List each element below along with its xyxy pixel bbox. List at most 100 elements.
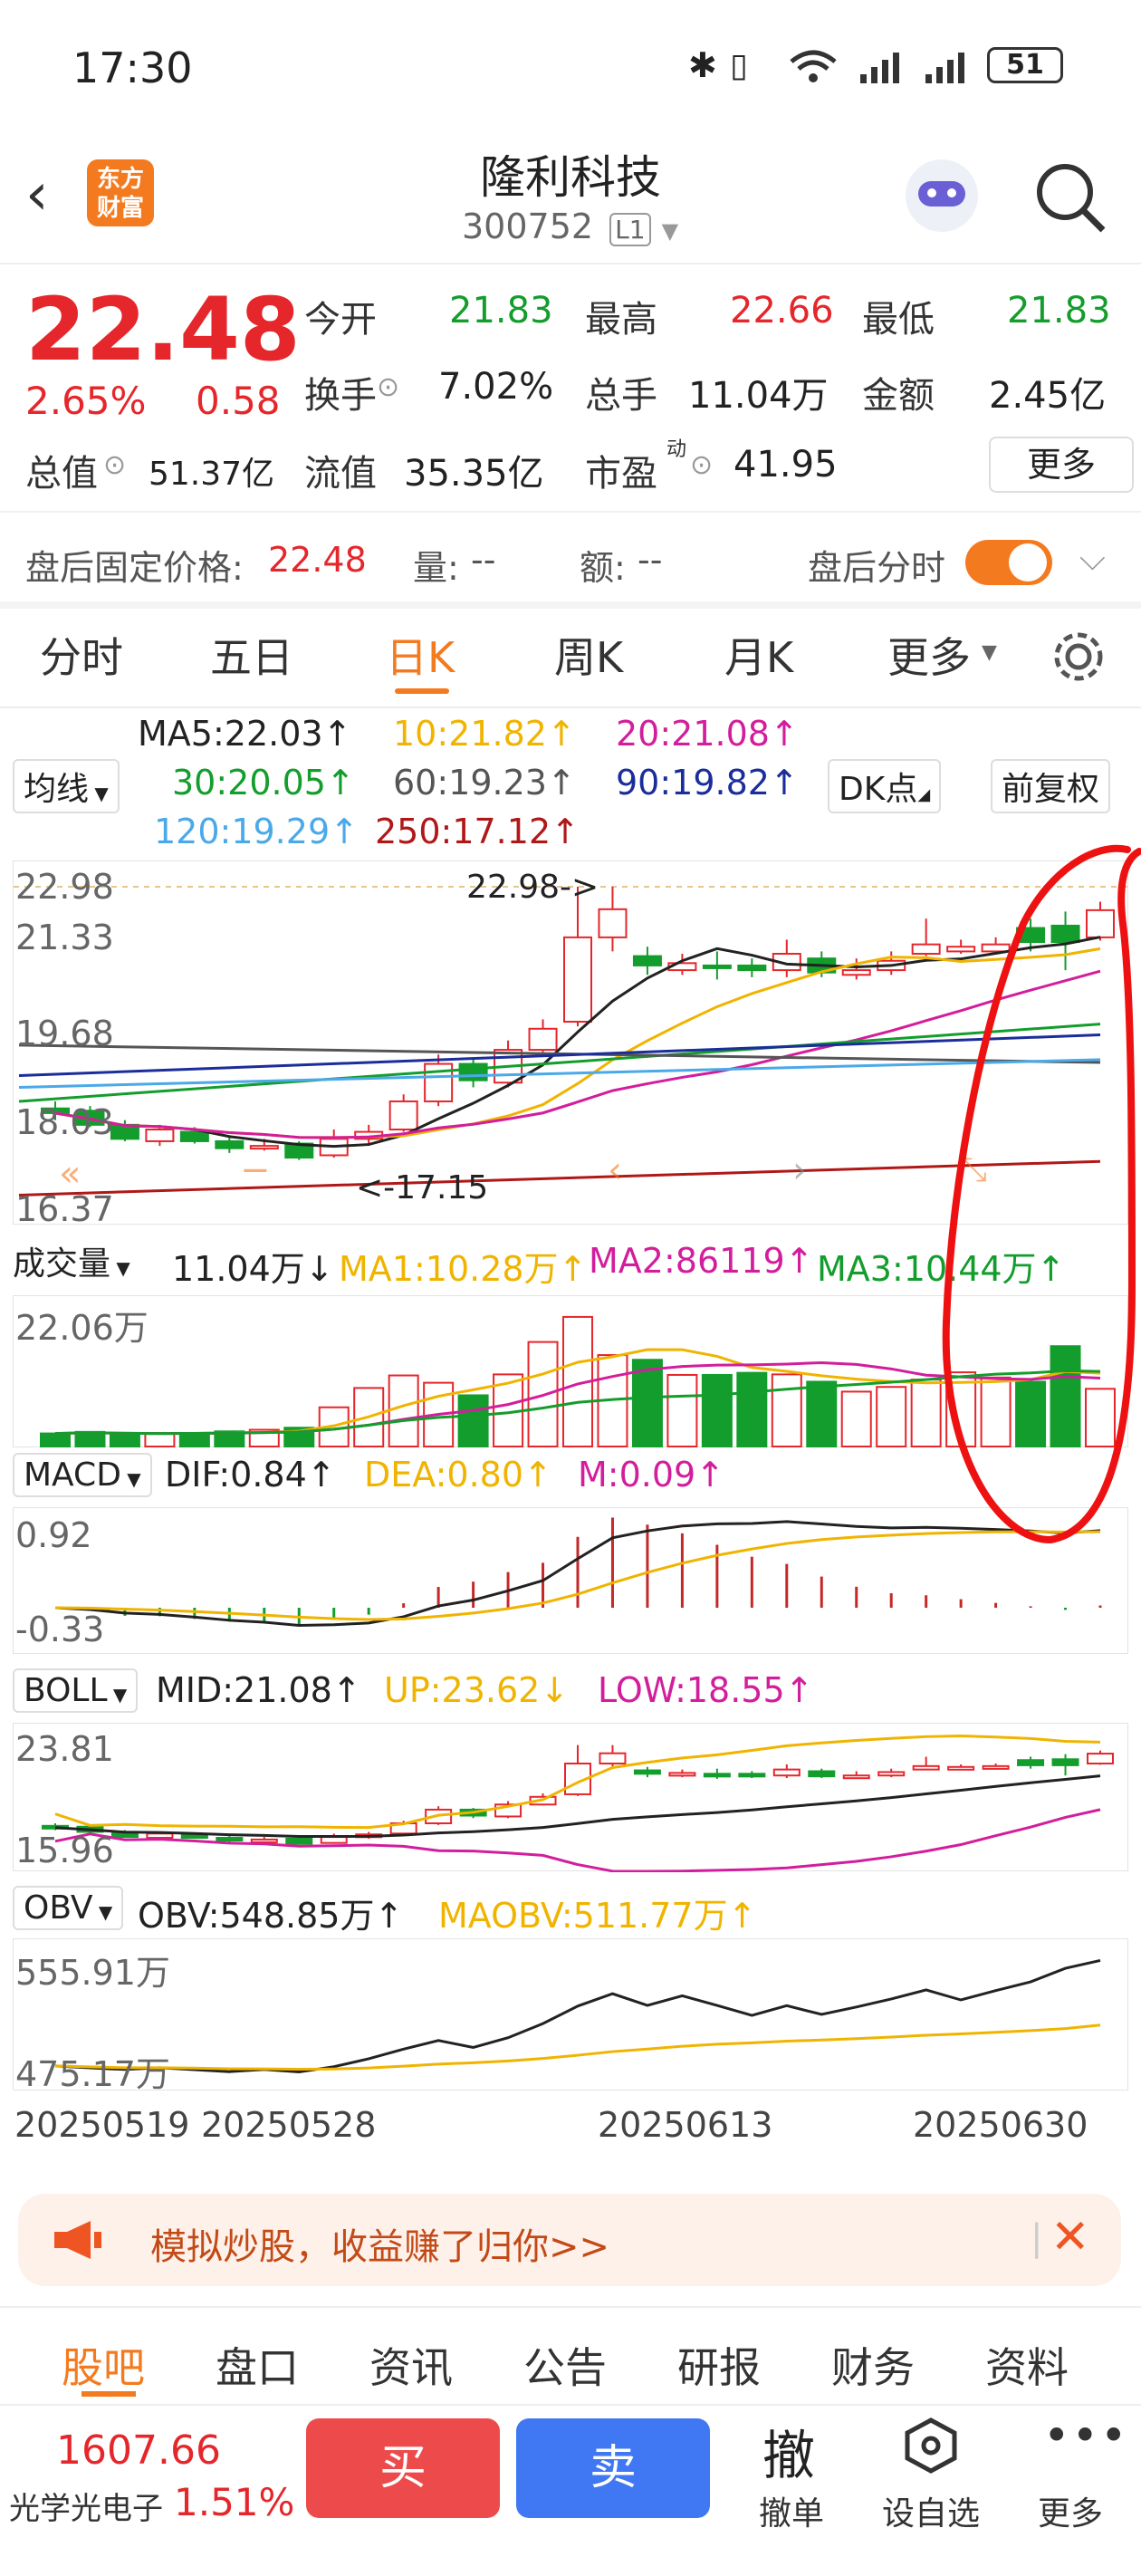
robot-avatar-icon[interactable] xyxy=(906,159,978,232)
settings-gear-icon[interactable] xyxy=(1050,629,1107,685)
boll-selector-label: BOLL xyxy=(24,1672,108,1709)
open-label: 今开 xyxy=(304,299,377,341)
scroll-right-icon[interactable]: › xyxy=(792,1149,807,1191)
low-label: 最低 xyxy=(862,299,935,341)
tab-guba[interactable]: 股吧 xyxy=(62,2335,145,2395)
tab-orderbook[interactable]: 盘口 xyxy=(216,2335,299,2395)
index-value[interactable]: 1607.66 xyxy=(56,2427,221,2474)
ma120-label: 120:19.29↑ xyxy=(154,812,359,851)
mktcap-label: 总值 xyxy=(25,453,98,495)
turnover-label: 换手 xyxy=(304,375,377,417)
close-icon[interactable]: ✕ xyxy=(1050,2210,1090,2264)
candle-body xyxy=(563,936,592,1024)
volume-bar xyxy=(876,1386,907,1447)
tab-daily-k[interactable]: 日K xyxy=(386,625,455,685)
high-label: 最高 xyxy=(585,299,657,341)
cancel-order-icon[interactable]: 撤 xyxy=(762,2413,815,2489)
candle-body xyxy=(737,964,767,972)
dk-point-button[interactable]: DK点◢ xyxy=(828,759,942,813)
ma60-label: 60:19.23↑ xyxy=(393,763,576,803)
divider xyxy=(0,706,1141,708)
tab-more[interactable]: 更多 xyxy=(887,625,971,685)
back-icon[interactable]: ‹ xyxy=(25,161,49,228)
info-icon-2[interactable]: ⊙ xyxy=(103,449,126,481)
watchlist-label[interactable]: 设自选 xyxy=(882,2487,980,2534)
axis-label-top: 22.98 xyxy=(15,867,114,907)
boll-selector[interactable]: BOLL ▼ xyxy=(13,1668,139,1713)
tab-intraday[interactable]: 分时 xyxy=(40,625,123,685)
boll-candle-body xyxy=(808,1770,836,1778)
boll-candle-body xyxy=(216,1837,244,1842)
ma-selector[interactable]: 均线 ▼ xyxy=(13,759,120,813)
caret-icon: ▼ xyxy=(107,1684,128,1706)
hand-drawn-annotation-circle xyxy=(942,844,1141,1544)
volume-selector[interactable]: 成交量 ▼ xyxy=(13,1237,130,1284)
signal-icon-2 xyxy=(925,53,964,83)
info-icon[interactable]: ⊙ xyxy=(377,371,399,403)
tab-monthly-k[interactable]: 月K xyxy=(724,625,793,685)
promo-text: 模拟炒股，收益赚了归你>> xyxy=(150,2226,610,2268)
candle-body xyxy=(388,1100,418,1131)
tab-finance[interactable]: 财务 xyxy=(831,2335,915,2395)
scroll-left-icon[interactable]: ‹ xyxy=(608,1149,622,1191)
section-gap xyxy=(0,601,1141,609)
stock-code[interactable]: 300752 L1 ▼ xyxy=(462,207,678,246)
candle-body xyxy=(179,1130,209,1142)
obv-chart[interactable]: 555.91万 475.17万 xyxy=(13,1938,1128,2094)
obv-selector[interactable]: OBV ▼ xyxy=(13,1886,124,1930)
more-label[interactable]: 更多 xyxy=(1038,2487,1103,2534)
sell-button[interactable]: 卖 xyxy=(516,2418,710,2518)
logo-text-2: 财富 xyxy=(96,195,144,222)
tab-research[interactable]: 研报 xyxy=(677,2335,761,2395)
more-dots-icon[interactable]: ••• xyxy=(1043,2409,1128,2462)
stock-code-text: 300752 xyxy=(462,207,594,246)
search-icon[interactable] xyxy=(1032,159,1108,235)
boll-candle-body xyxy=(250,1838,278,1843)
banner-divider: | xyxy=(1031,2217,1043,2259)
tab-weekly-k[interactable]: 周K xyxy=(554,625,623,685)
vol-ma2: MA2:86119↑ xyxy=(589,1241,814,1281)
macd-selector[interactable]: MACD ▼ xyxy=(13,1453,152,1497)
info-icon-3[interactable]: ⊙ xyxy=(690,449,713,481)
high-marker: 22.98-> xyxy=(466,869,599,906)
tab-news[interactable]: 资讯 xyxy=(369,2335,453,2395)
maobv-value: MAOBV:511.77万↑ xyxy=(438,1896,757,1936)
bluetooth-icon: ✱ xyxy=(688,45,717,85)
tab-profile[interactable]: 资料 xyxy=(985,2335,1069,2395)
index-name[interactable]: 光学光电子 xyxy=(9,2484,163,2528)
caret-icon: ▼ xyxy=(92,1901,113,1923)
change-value: 0.58 xyxy=(196,379,281,423)
boll-mid: MID:21.08↑ xyxy=(156,1670,361,1710)
after-hours-toggle[interactable] xyxy=(965,540,1052,585)
tab-active-underline xyxy=(395,688,449,694)
boll-candle-body xyxy=(842,1774,870,1780)
more-button[interactable]: 更多 xyxy=(989,437,1134,493)
promo-banner[interactable]: 模拟炒股，收益赚了归你>> | ✕ xyxy=(18,2194,1121,2286)
tab-announcements[interactable]: 公告 xyxy=(523,2335,607,2395)
watchlist-hexagon-icon[interactable] xyxy=(902,2417,960,2475)
obv-svg xyxy=(54,1959,1101,2074)
status-icons: ✱ ▯ 51 xyxy=(688,45,1069,91)
boll-candle-body xyxy=(285,1837,313,1845)
pe-value: 41.95 xyxy=(734,444,838,485)
boll-chart[interactable]: 23.81 15.96 xyxy=(13,1723,1128,1872)
zoom-out-icon[interactable]: − xyxy=(240,1149,271,1191)
ma-selector-label: 均线 xyxy=(24,771,90,808)
volume-bar xyxy=(109,1433,140,1448)
scroll-far-left-icon[interactable]: « xyxy=(59,1153,81,1195)
index-pct[interactable]: 1.51% xyxy=(174,2480,294,2524)
cancel-order-label[interactable]: 撤单 xyxy=(759,2487,824,2534)
buy-button[interactable]: 买 xyxy=(306,2418,500,2518)
obv-value: OBV:548.85万↑ xyxy=(138,1896,404,1936)
boll-candle-body xyxy=(668,1772,696,1777)
boll-candle-body xyxy=(633,1769,661,1775)
boll-low-line xyxy=(54,1808,1101,1872)
forward-adjust-button[interactable]: 前复权 xyxy=(991,759,1111,813)
pe-label: 市盈 xyxy=(585,453,657,495)
tab-more-caret-icon: ▼ xyxy=(982,641,997,664)
macd-m: M:0.09↑ xyxy=(578,1455,725,1495)
tab-five-day[interactable]: 五日 xyxy=(210,625,293,685)
candle-body xyxy=(145,1129,175,1142)
vibrate-icon: ▯ xyxy=(730,47,748,84)
chevron-down-icon[interactable]: ⌵ xyxy=(1079,538,1106,579)
